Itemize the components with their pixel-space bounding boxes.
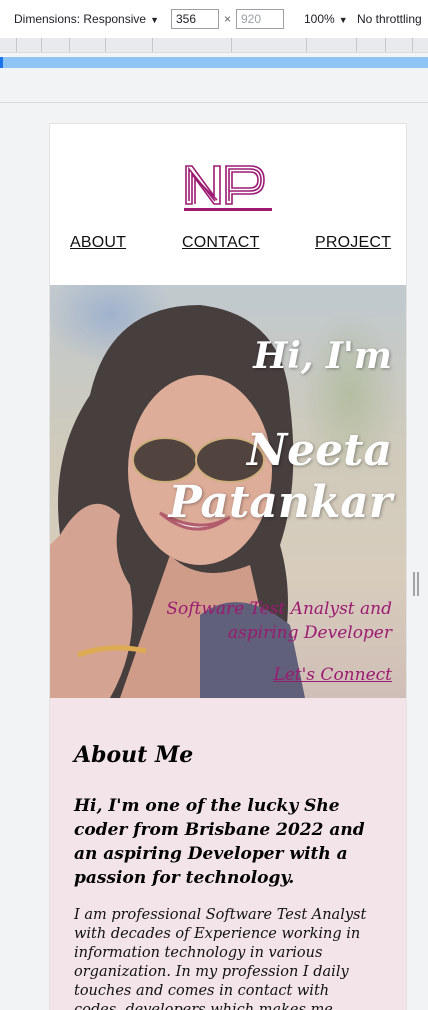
width-input[interactable]: 356 <box>171 9 219 29</box>
dimensions-dropdown[interactable]: Dimensions: Responsive ▼ <box>14 12 159 26</box>
nav-link-project[interactable]: PROJECT <box>315 234 391 252</box>
media-query-bar[interactable] <box>0 38 428 53</box>
resize-handle[interactable] <box>413 572 419 596</box>
dimensions-label: Dimensions: Responsive <box>14 12 147 26</box>
hero-subtitle: Software Test Analyst and aspiring Devel… <box>166 599 392 643</box>
device-viewport: ABOUT CONTACT PROJECT Hi, I'm Neeta Pata… <box>50 124 406 1010</box>
site-header: ABOUT CONTACT PROJECT <box>50 124 406 285</box>
about-body: I am professional Software Test Analyst … <box>74 907 367 1010</box>
chevron-down-icon: ▼ <box>150 15 159 25</box>
chevron-down-icon: ▼ <box>338 15 348 25</box>
about-lead: Hi, I'm one of the lucky She coder from … <box>74 796 365 888</box>
height-input[interactable]: 920 <box>236 9 284 29</box>
ruler-marker <box>0 57 3 68</box>
zoom-dropdown[interactable]: 100% ▼ <box>304 12 348 26</box>
zoom-label: 100% <box>304 12 335 26</box>
lets-connect-link[interactable]: Let's Connect <box>273 665 392 685</box>
ruler-gap <box>0 68 428 103</box>
hero-section: Hi, I'm Neeta Patankar Software Test Ana… <box>50 285 406 698</box>
devtools-toolbar: Dimensions: Responsive ▼ 356 × 920 100% ▼ … <box>0 0 428 39</box>
about-heading: About Me <box>74 742 194 768</box>
np-logo[interactable] <box>184 160 272 212</box>
nav-link-about[interactable]: ABOUT <box>70 234 126 252</box>
throttling-dropdown[interactable]: No throttling <box>357 12 422 26</box>
width-ruler[interactable] <box>0 57 428 68</box>
hero-name: Neeta Patankar <box>169 425 392 529</box>
hero-name-first: Neeta <box>246 425 392 476</box>
about-section: About Me Hi, I'm one of the lucky She co… <box>50 698 406 1010</box>
times-separator: × <box>224 12 232 26</box>
nav-link-contact[interactable]: CONTACT <box>182 234 260 252</box>
hero-name-last: Patankar <box>168 477 392 528</box>
hero-greeting: Hi, I'm <box>253 335 392 377</box>
